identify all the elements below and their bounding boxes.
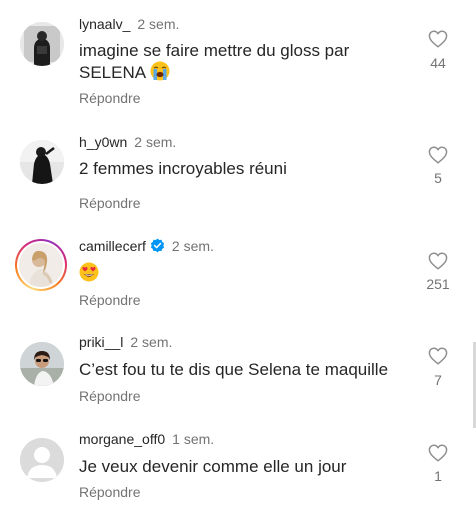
heart-icon[interactable] <box>428 146 448 164</box>
comment-text: C’est fou tu te dis que Selena te maquil… <box>79 360 389 379</box>
comment-time: 2 sem. <box>137 16 180 32</box>
comment-item: morgane_off0 1 sem. Je veux devenir comme… <box>0 425 476 512</box>
avatar[interactable] <box>20 140 64 184</box>
like-count: 5 <box>434 170 442 186</box>
comment-item: priki__l 2 sem. C’est fou tu te dis que S… <box>0 325 476 425</box>
comment-username[interactable]: h_y0wn <box>79 134 127 150</box>
comment-time: 2 sem. <box>134 134 177 150</box>
default-avatar-icon <box>20 438 64 482</box>
like-count: 7 <box>434 372 442 388</box>
comment-time: 1 sem. <box>172 431 215 447</box>
loudly-crying-face-emoji <box>150 61 170 81</box>
comment-time: 2 sem. <box>130 334 173 350</box>
avatar-photo <box>20 22 64 66</box>
comment-item: h_y0wn 2 sem. 2 femmes incroyables réuni … <box>0 115 476 225</box>
avatar-photo <box>19 243 63 287</box>
heart-icon[interactable] <box>428 444 448 462</box>
avatar[interactable] <box>20 22 64 66</box>
comment-time: 2 sem. <box>171 238 214 254</box>
comment-username[interactable]: lynaalv_ <box>79 16 130 32</box>
reply-button[interactable]: Répondre <box>79 388 141 404</box>
comment-username[interactable]: priki__l <box>79 334 123 350</box>
story-ring-avatar[interactable] <box>15 239 67 291</box>
comment-item: camillecerf 2 sem. Répondre 251 <box>0 225 476 325</box>
comment-text: 2 femmes incroyables réuni <box>79 159 287 178</box>
avatar[interactable] <box>20 438 64 482</box>
comment-text-wrapper: imagine se faire mettre du gloss par SEL… <box>79 40 399 83</box>
comment-text: Je veux devenir comme elle un jour <box>79 457 347 476</box>
avatar[interactable] <box>20 342 64 386</box>
heart-icon[interactable] <box>428 347 448 365</box>
like-count: 44 <box>430 55 446 71</box>
comment-item: lynaalv_ 2 sem. imagine se faire mettre d… <box>0 0 476 115</box>
reply-button[interactable]: Répondre <box>79 195 141 211</box>
heart-icon[interactable] <box>428 30 448 48</box>
comment-username[interactable]: camillecerf <box>79 238 146 254</box>
avatar-photo <box>20 140 64 184</box>
heart-eyes-emoji <box>79 262 99 282</box>
like-count: 251 <box>426 276 450 292</box>
reply-button[interactable]: Répondre <box>79 484 141 500</box>
like-count: 1 <box>434 468 442 484</box>
verified-badge-icon <box>150 238 165 253</box>
comment-text: imagine se faire mettre du gloss par SEL… <box>79 41 350 82</box>
heart-icon[interactable] <box>428 252 448 270</box>
comment-text-wrapper <box>79 262 399 284</box>
avatar-photo <box>20 342 64 386</box>
reply-button[interactable]: Répondre <box>79 292 141 308</box>
reply-button[interactable]: Répondre <box>79 90 141 106</box>
comment-username[interactable]: morgane_off0 <box>79 431 165 447</box>
